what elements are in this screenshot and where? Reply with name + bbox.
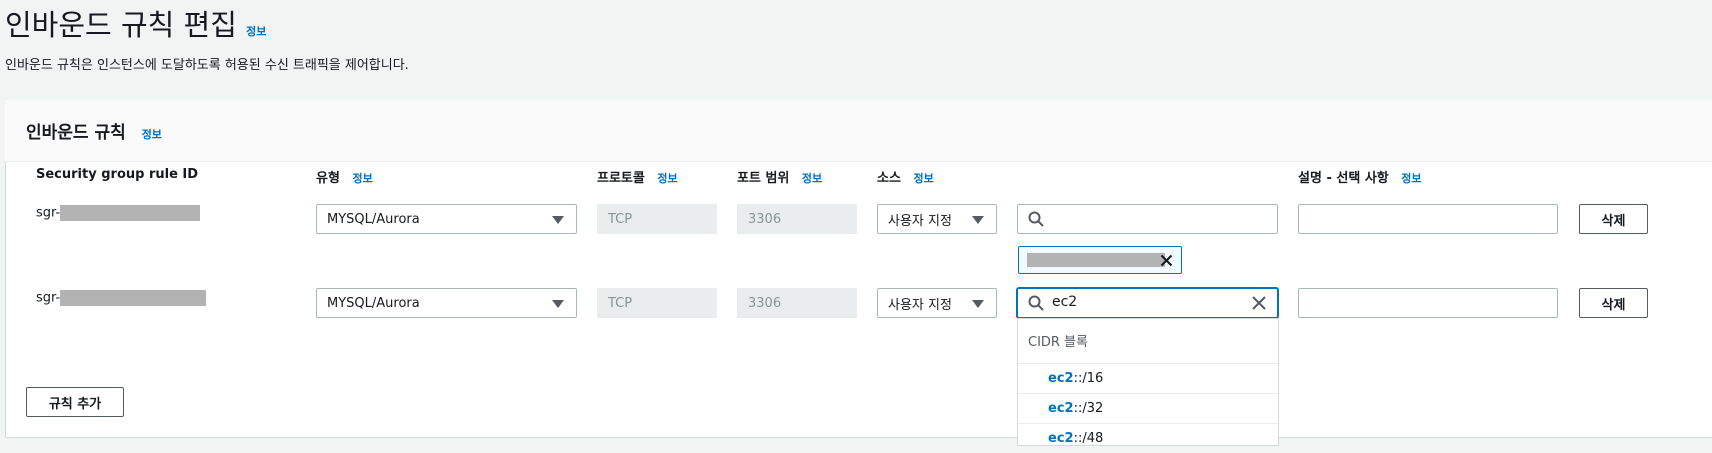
protocol-field: TCP xyxy=(597,204,717,234)
panel-title: 인바운드 규칙 정보 xyxy=(26,123,162,143)
source-search-input[interactable] xyxy=(1017,204,1278,234)
panel-info-link[interactable]: 정보 xyxy=(142,128,162,141)
delete-button[interactable]: 삭제 xyxy=(1579,288,1648,318)
dropdown-option[interactable]: ec2::/32 xyxy=(1018,393,1278,423)
source-info-link[interactable]: 정보 xyxy=(913,172,933,185)
source-search-input[interactable]: ec2 xyxy=(1017,288,1278,318)
panel-header xyxy=(5,100,1712,162)
caret-down-icon xyxy=(972,216,984,224)
col-header-description: 설명 - 선택 사항 정보 xyxy=(1298,171,1422,186)
rule-id: sgr- xyxy=(36,205,201,221)
port-info-link[interactable]: 정보 xyxy=(802,172,822,185)
port-range-field: 3306 xyxy=(737,288,857,318)
caret-down-icon xyxy=(552,216,564,224)
description-info-link[interactable]: 정보 xyxy=(1401,172,1421,185)
redacted-id xyxy=(60,290,207,306)
source-select[interactable]: 사용자 지정 xyxy=(877,288,997,318)
dropdown-option[interactable]: ec2::/48 xyxy=(1018,423,1278,453)
search-icon xyxy=(1028,211,1044,227)
delete-button[interactable]: 삭제 xyxy=(1579,204,1648,234)
add-rule-button[interactable]: 규칙 추가 xyxy=(26,387,124,417)
redacted-id xyxy=(60,205,201,221)
redacted-source xyxy=(1027,253,1165,267)
page-info-link[interactable]: 정보 xyxy=(246,25,266,38)
description-input[interactable] xyxy=(1298,288,1558,318)
type-select[interactable]: MYSQL/Aurora xyxy=(316,288,577,318)
dropdown-group-label: CIDR 블록 xyxy=(1028,335,1089,350)
source-suggestions-dropdown: CIDR 블록 ec2::/16 ec2::/32 ec2::/48 xyxy=(1017,318,1279,446)
search-icon xyxy=(1028,295,1044,311)
close-icon[interactable] xyxy=(1251,295,1267,311)
page-description: 인바운드 규칙은 인스턴스에 도달하도록 허용된 수신 트래픽을 제어합니다. xyxy=(5,58,409,73)
source-token xyxy=(1018,246,1182,274)
description-input[interactable] xyxy=(1298,204,1558,234)
protocol-field: TCP xyxy=(597,288,717,318)
page-title: 인바운드 규칙 편집 정보 xyxy=(5,8,267,42)
protocol-info-link[interactable]: 정보 xyxy=(657,172,677,185)
search-query: ec2 xyxy=(1052,294,1078,310)
col-header-source: 소스 정보 xyxy=(877,171,934,186)
col-header-type: 유형 정보 xyxy=(316,171,373,186)
source-select[interactable]: 사용자 지정 xyxy=(877,204,997,234)
caret-down-icon xyxy=(552,300,564,308)
port-range-field: 3306 xyxy=(737,204,857,234)
close-icon[interactable] xyxy=(1160,254,1173,267)
col-header-rule-id: Security group rule ID xyxy=(36,167,199,182)
rule-id: sgr- xyxy=(36,290,207,306)
dropdown-option[interactable]: ec2::/16 xyxy=(1018,363,1278,393)
type-info-link[interactable]: 정보 xyxy=(352,172,372,185)
caret-down-icon xyxy=(972,300,984,308)
type-select[interactable]: MYSQL/Aurora xyxy=(316,204,577,234)
col-header-port-range: 포트 범위 정보 xyxy=(737,171,823,186)
col-header-protocol: 프로토콜 정보 xyxy=(597,171,678,186)
